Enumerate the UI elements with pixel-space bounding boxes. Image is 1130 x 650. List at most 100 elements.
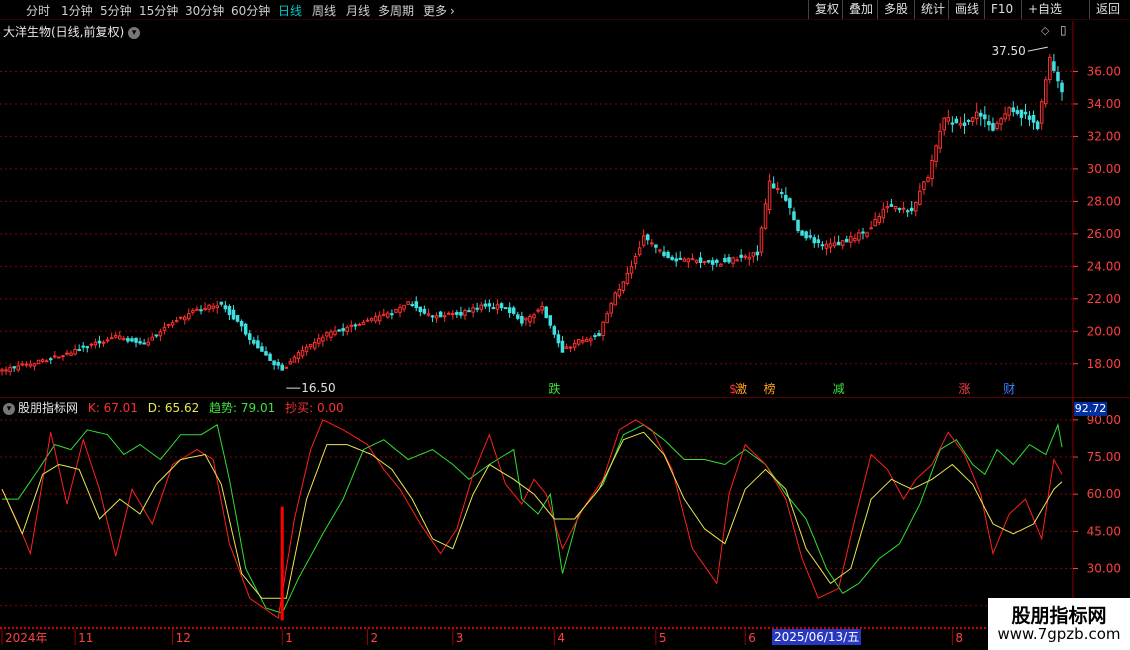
candle-up (357, 323, 362, 326)
candle-down (1023, 111, 1028, 115)
candle-down (844, 238, 849, 243)
candle-down (264, 351, 268, 356)
candle-up (865, 232, 869, 237)
candle-down (467, 310, 471, 313)
candle-up (849, 236, 853, 243)
candle-up (658, 249, 662, 252)
candle-down (231, 309, 236, 320)
chevron-down-icon[interactable]: ▾ (3, 402, 15, 415)
candle-up (885, 206, 890, 209)
candle-up (53, 355, 57, 358)
candle-down (698, 257, 703, 263)
chevron-down-icon[interactable]: ▾ (128, 26, 141, 39)
candle-down (341, 328, 345, 332)
candle-up (65, 352, 69, 355)
candle-up (187, 313, 191, 320)
candle-up (406, 301, 410, 305)
candle-down (487, 303, 492, 307)
tab-multi-period[interactable]: 多周期 (378, 2, 414, 19)
candle-down (788, 198, 792, 209)
candle-up (373, 316, 378, 322)
back-button[interactable]: 返回 (1089, 0, 1126, 19)
candle-down (260, 346, 264, 352)
candle-up (759, 227, 764, 253)
min-price-label: 16.50 (301, 381, 335, 395)
tab-30min[interactable]: 30分钟 (185, 2, 224, 19)
candle-down (723, 257, 727, 263)
tab-60min[interactable]: 60分钟 (231, 2, 270, 19)
candle-up (118, 335, 122, 340)
candle-down (276, 362, 280, 366)
candle-up (451, 312, 455, 316)
candle-down (256, 340, 260, 349)
stock-title: 大洋生物(日线,前复权) ▾ (3, 23, 141, 40)
candle-down (247, 333, 252, 340)
candle-down (861, 231, 865, 234)
candle-up (36, 359, 41, 365)
candle-up (122, 338, 126, 341)
tab-daily[interactable]: 日线 (278, 2, 302, 19)
candle-up (8, 367, 12, 372)
candle-up (312, 341, 317, 349)
candle-down (511, 307, 516, 314)
panel-settings-icon[interactable]: ▯ (1060, 23, 1067, 37)
draw-line-button[interactable]: 画线 (948, 0, 985, 19)
date-tick-label: 4 (557, 631, 565, 645)
candle-down (666, 251, 670, 258)
diamond-icon[interactable]: ◇ (1041, 24, 1049, 37)
date-axis-svg: 2024年 11 12 1 2 3 4 5 6 8 (0, 627, 1073, 645)
price-panel: 18.00 20.00 22.00 24.00 26.00 28.00 30.00 32.00… (0, 21, 1130, 397)
candle-up (901, 207, 906, 210)
candle-down (706, 260, 711, 263)
overlay-button[interactable]: 叠加 (842, 0, 879, 19)
tab-more[interactable]: 更多 › (423, 2, 455, 19)
candle-up (495, 304, 500, 310)
indicator-chart[interactable]: 15.0030.0045.0060.0075.0090.00 (0, 396, 1130, 627)
candle-up (333, 330, 337, 335)
candle-down (1031, 114, 1036, 123)
f10-button[interactable]: F10 (984, 0, 1019, 19)
candle-down (836, 241, 841, 246)
candle-down (280, 364, 284, 371)
tab-15min[interactable]: 15分钟 (139, 2, 178, 19)
candle-up (211, 305, 215, 309)
indicator-legend: ▾ 股朋指标网 K: 67.01 D: 65.62 趋势: 79.01 抄买: 0… (3, 399, 350, 415)
candle-up (682, 258, 687, 262)
tab-1min[interactable]: 1分钟 (61, 2, 93, 19)
candle-down (889, 204, 894, 207)
statistics-button[interactable]: 统计 (914, 0, 951, 19)
candle-up (1039, 101, 1044, 124)
candle-up (113, 334, 118, 338)
candle-down (552, 326, 557, 335)
candle-up (914, 202, 918, 212)
candle-up (625, 272, 630, 284)
candle-up (292, 356, 297, 363)
candle-up (926, 177, 930, 182)
candle-up (735, 259, 739, 262)
candle-up (528, 315, 532, 323)
candlestick-chart[interactable]: 18.00 20.00 22.00 24.00 26.00 28.00 30.00 32.00… (0, 21, 1130, 397)
indicator-name[interactable]: 股朋指标网 (18, 401, 78, 415)
tab-weekly[interactable]: 周线 (312, 2, 336, 19)
adjust-button[interactable]: 复权 (808, 0, 845, 19)
candle-up (382, 313, 386, 316)
candle-up (877, 216, 882, 223)
candle-up (195, 308, 199, 311)
indicator-tick-label: 30.00 (1087, 562, 1121, 576)
add-watchlist-button[interactable]: +自选 (1021, 0, 1068, 19)
candle-down (645, 234, 650, 241)
multi-stock-button[interactable]: 多股 (877, 0, 914, 19)
price-tick-label: 26.00 (1087, 227, 1121, 241)
price-tick-label: 22.00 (1087, 292, 1121, 306)
candle-up (28, 363, 33, 367)
candle-up (61, 355, 65, 358)
date-tick-label: 6 (748, 631, 756, 645)
candle-down (353, 324, 358, 327)
candle-up (329, 331, 333, 338)
tab-monthly[interactable]: 月线 (346, 2, 370, 19)
candle-up (426, 313, 431, 316)
tab-5min[interactable]: 5分钟 (100, 2, 132, 19)
tab-intraday[interactable]: 分时 (26, 2, 50, 19)
price-tick-label: 18.00 (1087, 357, 1121, 371)
candle-up (377, 315, 382, 322)
